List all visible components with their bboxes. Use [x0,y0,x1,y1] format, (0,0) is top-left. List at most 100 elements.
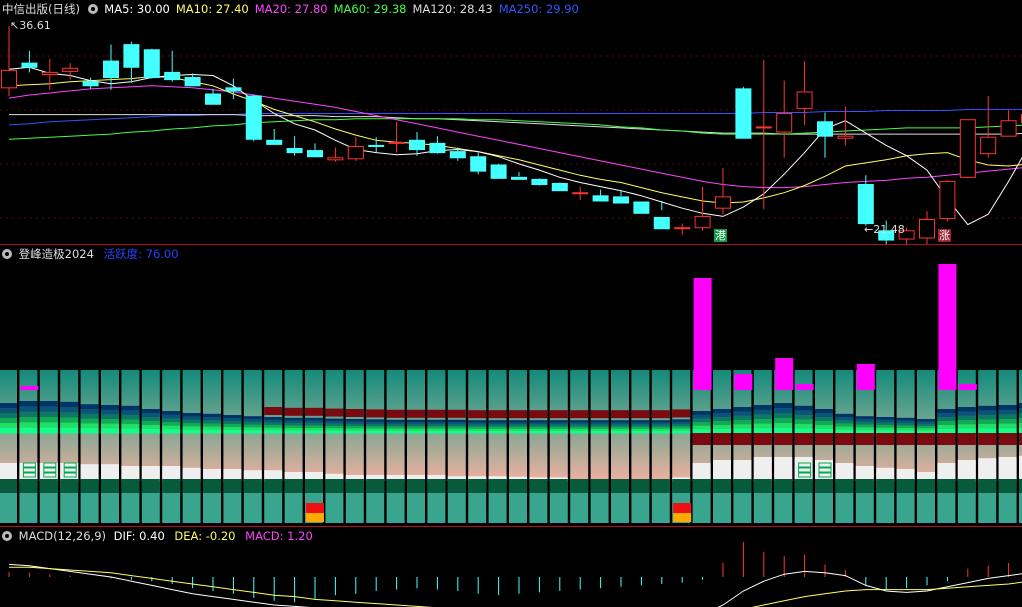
indicator-band [692,429,711,434]
magenta-bar [20,386,39,390]
indicator-red-cap [876,433,895,445]
ma-legend-item[interactable]: MA120: 28.43 [412,2,492,16]
indicator-band [386,430,405,434]
marker-orange [673,513,692,522]
magenta-bar [734,374,753,390]
indicator-band [753,428,772,434]
stock-title[interactable]: 中信出版(日线) [2,2,80,16]
indicator-band [978,405,997,411]
arrow-icon: ← [864,223,874,236]
macd-name[interactable]: MACD(12,26,9) [19,529,106,543]
macd-panel[interactable]: MACD(12,26,9) DIF: 0.40 DEA: -0.20 MACD:… [0,527,1022,607]
candle-down [164,71,181,81]
indicator-dark-band [896,479,915,493]
settings-icon[interactable] [2,249,12,259]
indicator-band [39,401,58,407]
ma-legend-item[interactable]: MA10: 27.40 [176,2,249,16]
indicator-red-cap [733,433,752,445]
candle-down [633,201,650,214]
indicator-band [80,423,99,429]
candle-down [82,81,99,87]
low-price-label: ←21.48 [864,223,905,236]
indicator-red-cap [529,410,548,419]
indicator-band [19,411,38,418]
indicator-band [141,417,160,422]
candle-down [490,164,507,179]
indicator-dark-band [876,479,895,493]
indicator-band [19,417,38,423]
kline-chart[interactable] [0,0,1022,244]
indicator-band [80,404,99,410]
indicator-red-cap [855,433,874,445]
indicator-band [549,430,568,434]
ma-legend: MA5: 30.00 MA10: 27.40 MA20: 27.80 MA60: 29… [104,2,585,16]
indicator-band [345,430,364,434]
indicator-red-cap [509,410,527,419]
indicator-band [998,419,1017,425]
indicator-dark-band [733,479,752,493]
indicator-name[interactable]: 登峰造极2024 [19,247,94,261]
indicator-dark-band [549,479,568,493]
indicator-red-cap [651,410,670,419]
indicator-band [835,413,854,418]
indicator-band [774,418,793,424]
settings-icon[interactable] [87,4,98,14]
indicator-band [203,423,221,428]
indicator-band [121,410,140,416]
candle-down [286,148,303,154]
indicator-red-cap [570,410,589,419]
stock-terminal: 中信出版(日线) MA5: 30.00 MA10: 27.40 MA20: 27.8… [0,0,1022,607]
candle-down [123,44,140,68]
indicator-panel[interactable]: 登峰造极2024 活跃度: 76.00 [0,245,1022,526]
indicator-chart[interactable] [0,245,1022,526]
ma-legend-item[interactable]: MA250: 29.90 [499,2,579,16]
indicator-white [774,457,793,481]
indicator-white [713,460,731,481]
indicator-red-cap [957,433,976,445]
indicator-dark-band [509,479,527,493]
ma-legend-item[interactable]: MA60: 29.38 [334,2,407,16]
indicator-dark-band [182,479,201,493]
indicator-dark-band [713,479,731,493]
ma-legend-item[interactable]: MA20: 27.80 [255,2,328,16]
indicator-band [447,430,466,434]
indicator-red-cap [386,409,405,418]
indicator-band [815,421,833,426]
indicator-red-cap [325,408,344,417]
limit-up-tag[interactable]: 涨 [938,229,951,242]
indicator-band [753,414,772,420]
indicator-band [794,414,813,420]
indicator-dark-band [407,479,425,493]
indicator-band [978,414,997,420]
high-price-label: ↖36.61 [10,19,51,32]
indicator-dark-band [753,479,772,493]
indicator-band [182,419,201,424]
indicator-band [162,414,181,419]
candle-down [470,156,487,172]
settings-icon[interactable] [2,531,12,541]
indicator-band [835,417,854,421]
indicator-band [121,428,140,434]
indicator-band [203,417,221,421]
indicator-dark-band [386,479,405,493]
hk-connect-tag[interactable]: 港 [714,229,727,242]
ma-legend-item[interactable]: MA5: 30.00 [104,2,170,16]
indicator-band [570,430,589,434]
indicator-dark-band [427,479,446,493]
indicator-band [978,423,997,429]
candle-down [103,60,119,79]
indicator-band [774,403,793,409]
indicator-white [162,466,181,481]
marker-orange [306,513,324,522]
indicator-dark-band [917,479,935,493]
indicator-band [937,421,956,426]
indicator-band [998,409,1017,415]
candle-down [225,87,242,92]
indicator-dark-band [366,479,385,493]
kline-panel[interactable]: 中信出版(日线) MA5: 30.00 MA10: 27.40 MA20: 27.8… [0,0,1022,244]
candle-down [613,196,629,204]
marker-red [306,503,324,513]
indicator-band [141,413,160,418]
indicator-dark-band [590,479,609,493]
dea-value: DEA: -0.20 [174,529,236,543]
